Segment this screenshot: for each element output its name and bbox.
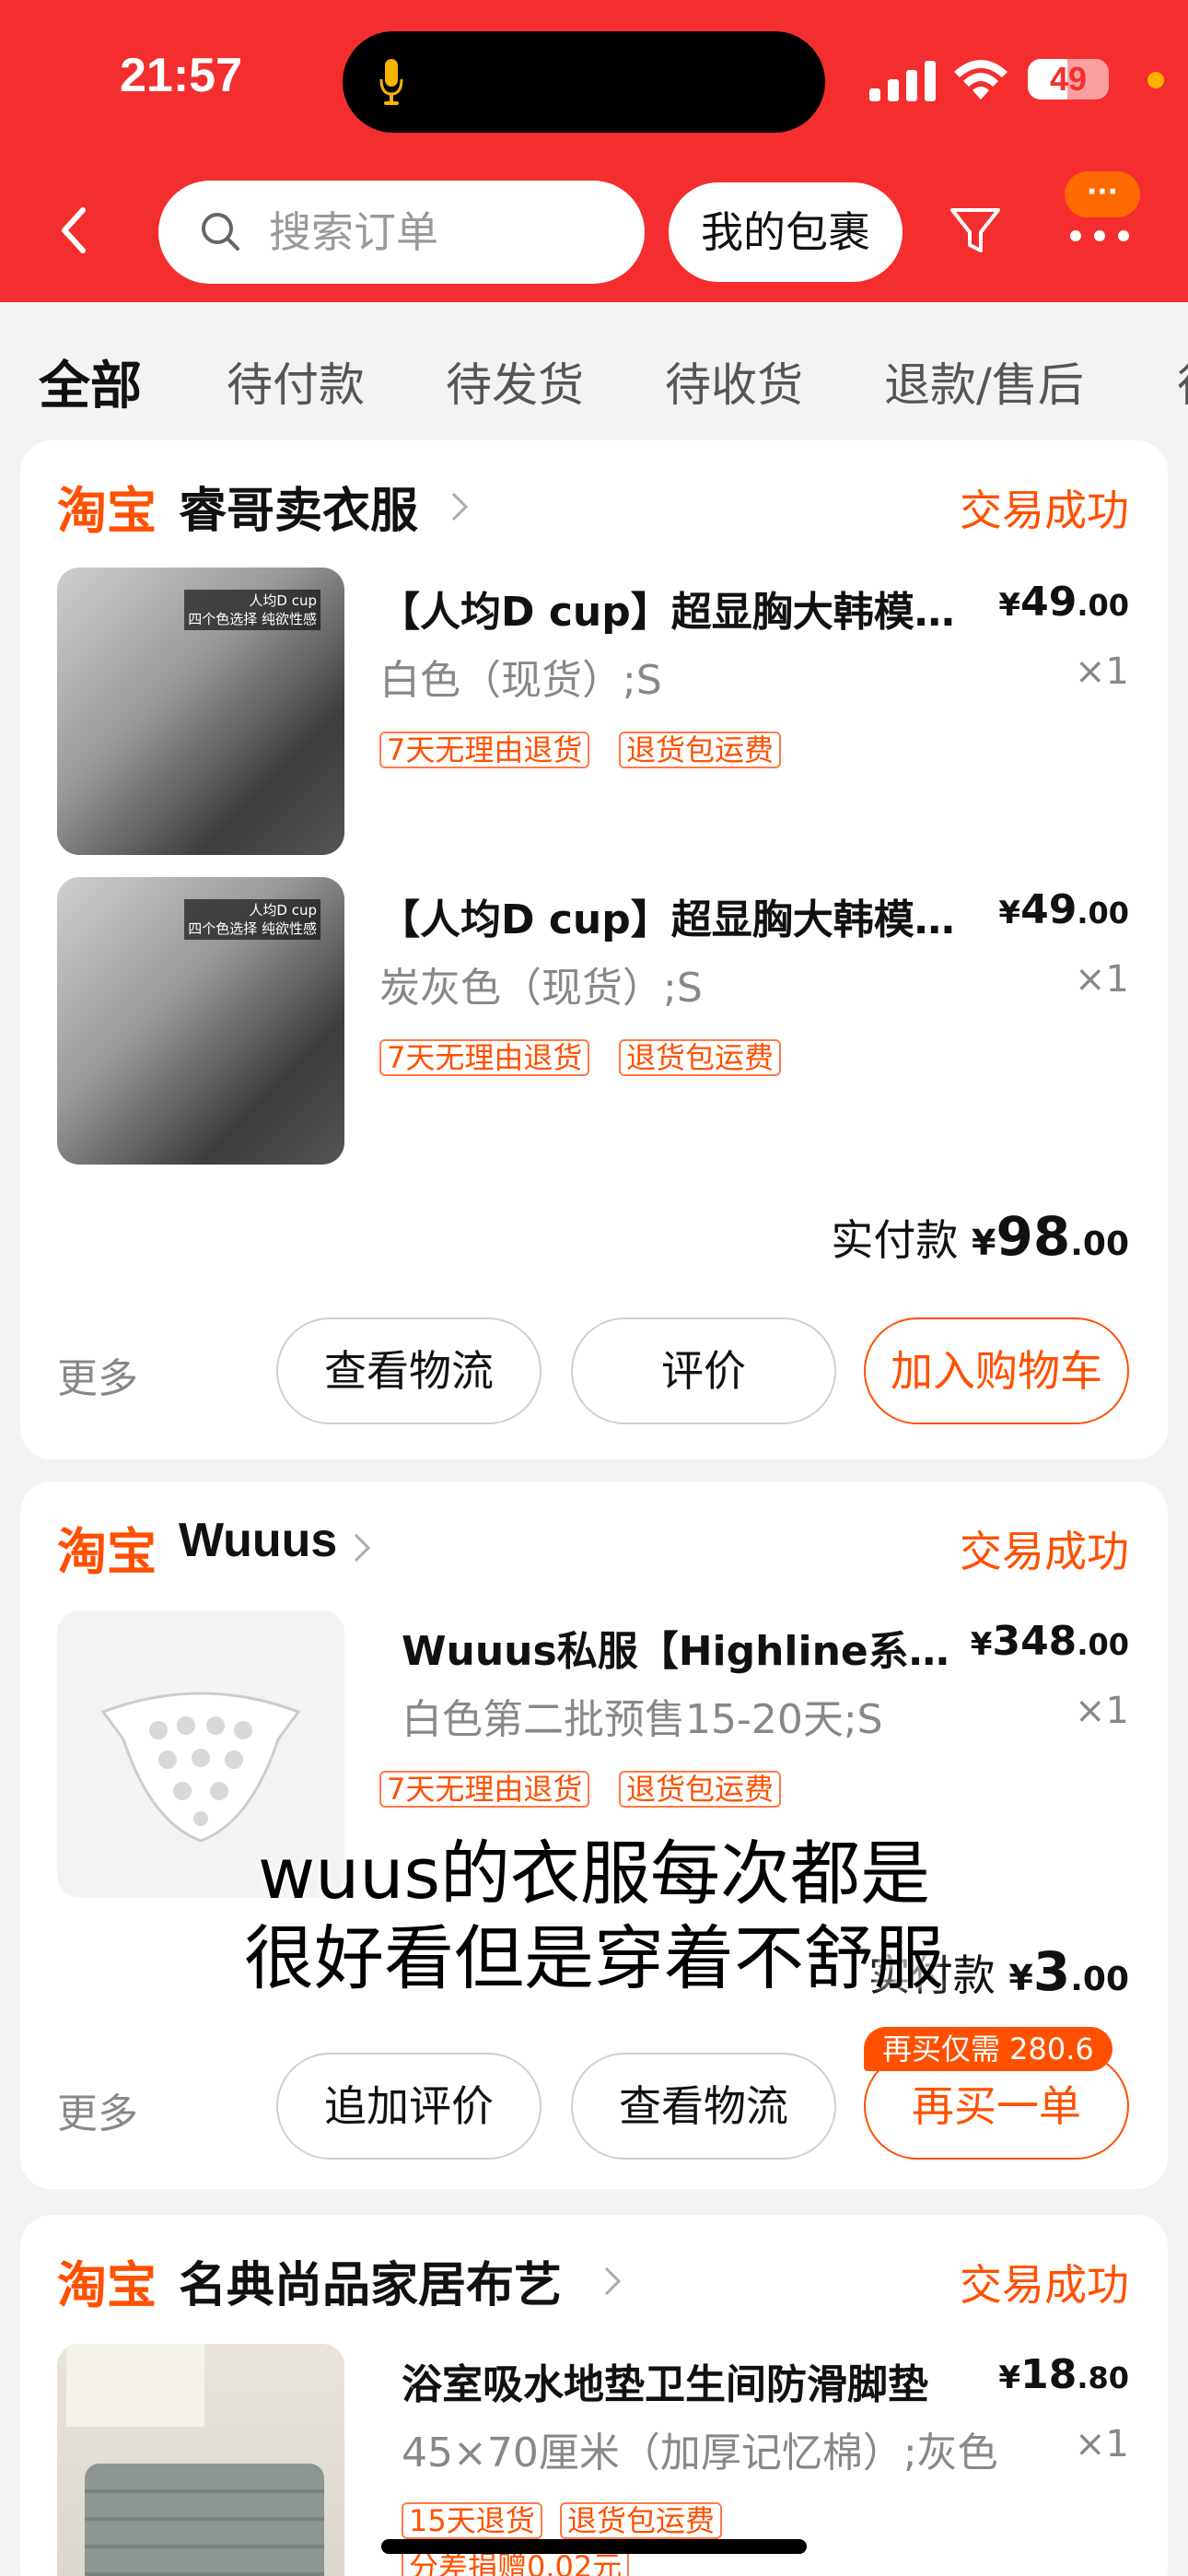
product-quantity: ×1: [1075, 2423, 1129, 2465]
free-return-shipping-tag: 退货包运费: [560, 2502, 723, 2539]
thumbnail-caption: 人均D cup 四个色选择 纯欲性感: [184, 590, 320, 630]
product-price: ¥18.80: [998, 2351, 1129, 2398]
product-quantity: ×1: [1075, 650, 1129, 693]
privacy-dot: [1147, 72, 1164, 88]
product-thumbnail[interactable]: [57, 2344, 344, 2576]
order-card: 淘宝 名典尚品家居布艺 交易成功 浴室吸水地垫卫生间防滑脚垫 ¥18.80 45…: [20, 2215, 1168, 2576]
return-policy-tag: 7天无理由退货: [379, 732, 590, 768]
tab-pending-shipment[interactable]: 待发货: [446, 348, 584, 415]
view-logistics-button[interactable]: 查看物流: [571, 2053, 836, 2160]
chevron-right-icon[interactable]: [602, 2265, 623, 2298]
shop-name[interactable]: 睿哥卖衣服: [179, 472, 418, 541]
product-price: ¥49.00: [998, 579, 1129, 626]
home-indicator: [381, 2539, 807, 2554]
product-title[interactable]: 【人均D cup】超显胸大韩模特款吊带背心: [379, 579, 987, 638]
overlay-caption-line-2: 很好看但是穿着不舒服: [244, 1917, 944, 1999]
shop-name[interactable]: Wuuus: [179, 1513, 337, 1568]
filter-icon[interactable]: [949, 205, 1002, 256]
tab-pending-payment[interactable]: 待付款: [227, 348, 365, 415]
my-parcel-button[interactable]: 我的包裹: [669, 182, 903, 282]
top-header: 21:57 49 我的包裹: [0, 0, 1188, 302]
order-status: 交易成功: [960, 1527, 1129, 1576]
more-actions[interactable]: 更多: [57, 2080, 138, 2139]
tab-refund[interactable]: 退款/售后: [884, 348, 1084, 415]
product-thumbnail[interactable]: 人均D cup 四个色选择 纯欲性感: [57, 877, 344, 1165]
more-actions[interactable]: 更多: [57, 1345, 138, 1404]
chevron-right-icon[interactable]: [352, 1531, 372, 1564]
microphone-icon: [379, 59, 403, 105]
product-sku: 45×70厘米（加厚记忆棉）;灰色: [402, 2430, 998, 2476]
free-return-shipping-tag: 退货包运费: [619, 1771, 782, 1808]
order-card: 淘宝 睿哥卖衣服 交易成功 人均D cup 四个色选择 纯欲性感 【人均D cup…: [20, 440, 1168, 1459]
thumbnail-caption: 人均D cup 四个色选择 纯欲性感: [184, 899, 320, 940]
battery-indicator: 49: [1028, 59, 1109, 100]
search-box[interactable]: [158, 181, 645, 284]
product-title[interactable]: 【人均D cup】超显胸大韩模特款吊带背心: [379, 886, 987, 945]
review-button[interactable]: 评价: [571, 1317, 836, 1424]
product-thumbnail[interactable]: 人均D cup 四个色选择 纯欲性感: [57, 568, 344, 855]
total-paid: 实付款 ¥98.00: [831, 1205, 1129, 1268]
view-logistics-button[interactable]: 查看物流: [276, 1317, 542, 1424]
product-quantity: ×1: [1075, 958, 1129, 1001]
shop-name[interactable]: 名典尚品家居布艺: [179, 2246, 562, 2315]
return-policy-tag: 7天无理由退货: [379, 1771, 590, 1808]
status-time: 21:57: [120, 49, 242, 102]
product-title[interactable]: Wuuus私服【Highline系列】: [402, 1618, 954, 1677]
taobao-logo: 淘宝: [57, 1523, 157, 1581]
product-quantity: ×1: [1075, 1690, 1129, 1732]
chevron-right-icon[interactable]: [449, 490, 470, 523]
search-icon: [202, 213, 239, 251]
battery-percent: 49: [1049, 60, 1088, 98]
product-sku: 炭灰色（现货）;S: [379, 965, 703, 1012]
wifi-icon: [954, 60, 1007, 100]
return-policy-tag: 7天无理由退货: [379, 1039, 590, 1076]
order-status: 交易成功: [960, 486, 1129, 535]
free-return-shipping-tag: 退货包运费: [619, 732, 782, 768]
tab-all[interactable]: 全部: [39, 345, 142, 419]
tab-more[interactable]: 待: [1177, 348, 1188, 415]
product-title[interactable]: 浴室吸水地垫卫生间防滑脚垫: [402, 2351, 982, 2410]
return-policy-tag: 15天退货: [402, 2502, 542, 2539]
product-price: ¥49.00: [998, 886, 1129, 933]
product-price: ¥348.00: [970, 1618, 1129, 1665]
tab-pending-receipt[interactable]: 待收货: [665, 348, 803, 415]
product-sku: 白色第二批预售15-20天;S: [402, 1696, 883, 1743]
order-tabs: 全部 待付款 待发货 待收货 退款/售后 待: [0, 302, 1188, 439]
back-icon[interactable]: [55, 205, 92, 256]
signal-icon: [869, 61, 936, 101]
search-input[interactable]: [269, 201, 619, 263]
order-status: 交易成功: [960, 2260, 1129, 2310]
taobao-logo: 淘宝: [57, 2256, 157, 2314]
dynamic-island: [343, 31, 825, 133]
product-sku: 白色（现货）;S: [379, 657, 662, 704]
add-review-button[interactable]: 追加评价: [276, 2053, 542, 2160]
bath-mat-image: [66, 2344, 324, 2576]
add-to-cart-button[interactable]: 加入购物车: [864, 1317, 1129, 1424]
free-return-shipping-tag: 退货包运费: [619, 1039, 782, 1076]
message-badge[interactable]: ···: [1065, 171, 1140, 217]
rebuy-price-tip: 再买仅需 280.6: [864, 2027, 1112, 2071]
taobao-logo: 淘宝: [57, 482, 157, 540]
